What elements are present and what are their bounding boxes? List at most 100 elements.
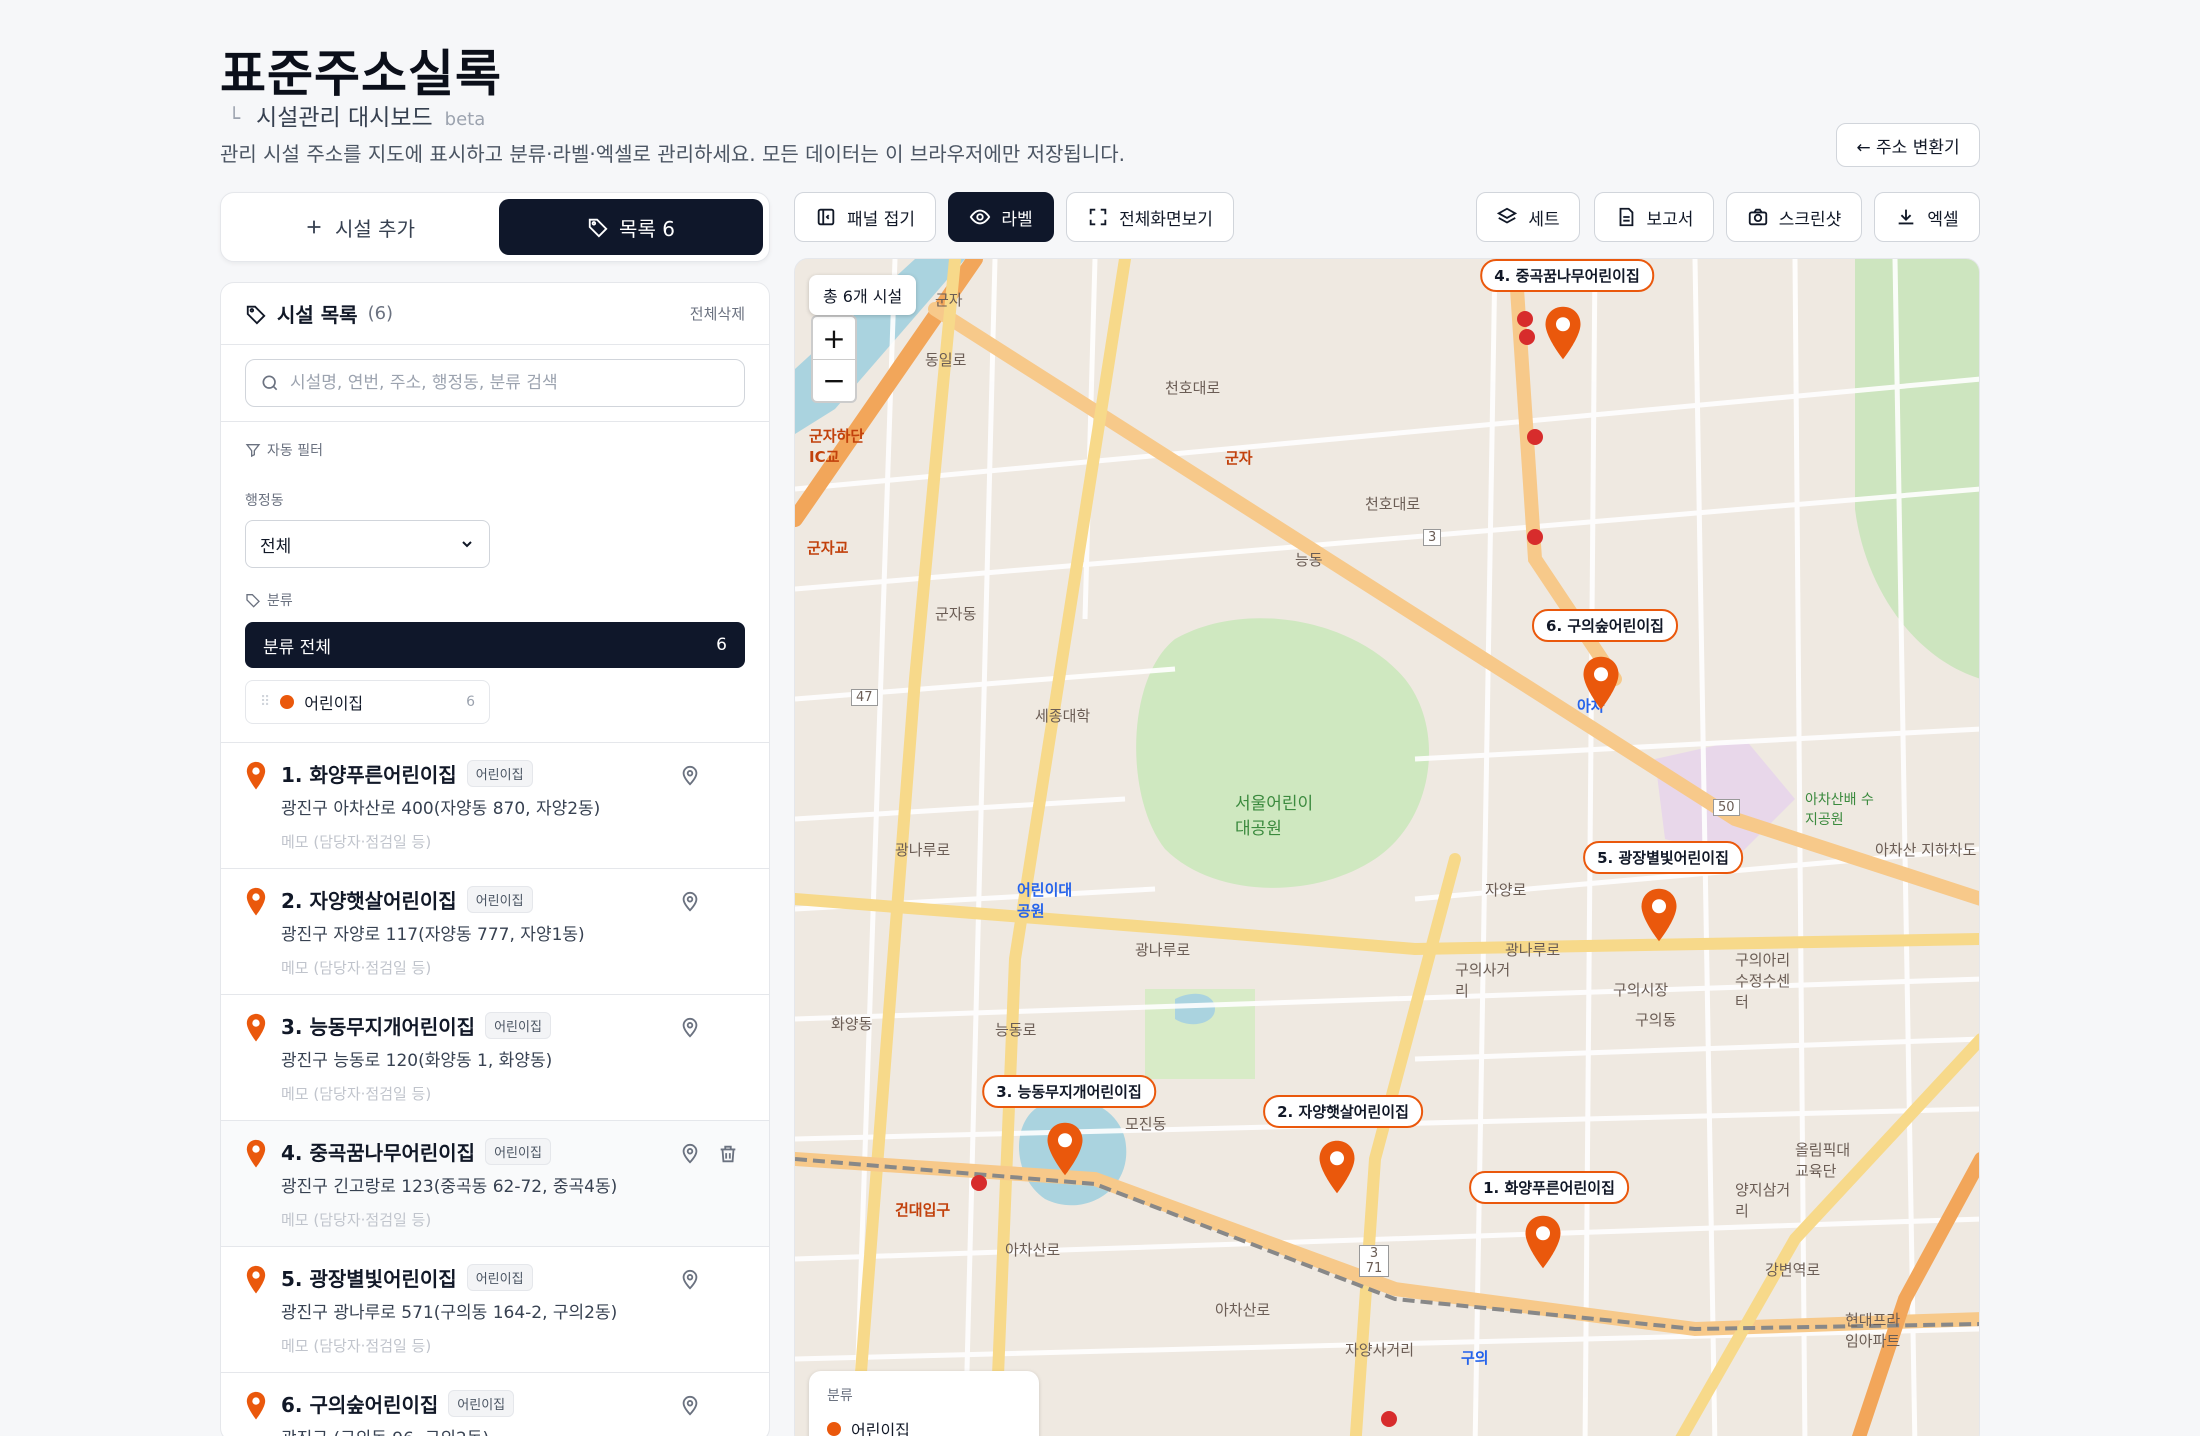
- list-item[interactable]: 1. 화양푸른어린이집 어린이집 광진구 아차산로 400(자양동 870, 자양2…: [221, 743, 769, 869]
- drag-handle-icon[interactable]: ⠿: [260, 694, 270, 710]
- memo-field[interactable]: 메모 (담당자·점검일 등): [281, 957, 745, 978]
- brand-logo: 표준주소실록: [220, 44, 502, 103]
- trash-icon[interactable]: [717, 1143, 739, 1165]
- map-pin-icon: [245, 1139, 267, 1169]
- zoom-in-button[interactable]: +: [813, 317, 855, 359]
- category-chip[interactable]: ⠿ 어린이집 6: [245, 680, 490, 724]
- map-place-label: 서울어린이대공원: [1235, 794, 1314, 839]
- map-marker-pin-icon[interactable]: [1522, 1214, 1564, 1272]
- page-description: 관리 시설 주소를 지도에 표시하고 분류·라벨·엑셀로 관리하세요. 모든 데…: [220, 142, 1125, 166]
- facility-name: 1. 화양푸른어린이집: [281, 763, 457, 787]
- label-toggle-button[interactable]: 라벨: [948, 192, 1054, 242]
- locate-icon[interactable]: [679, 1395, 701, 1417]
- map-view[interactable]: 총 6개 시설 + − 군자 군자 군자동 군자하단 IC교 군자교 능동 서울…: [794, 258, 1980, 1436]
- list-item[interactable]: 2. 자양햇살어린이집 어린이집 광진구 자양로 117(자양동 777, 자양1동…: [221, 869, 769, 995]
- map-marker-pin-icon[interactable]: [1542, 305, 1584, 363]
- excel-button[interactable]: 엑셀: [1874, 192, 1980, 242]
- map-place-label: 구의동: [1635, 1011, 1677, 1029]
- auto-filter-heading: 자동 필터: [245, 440, 745, 460]
- facility-total-chip: 총 6개 시설: [809, 275, 917, 315]
- map-marker-pin-icon[interactable]: [1580, 655, 1622, 713]
- screenshot-button[interactable]: 스크린샷: [1726, 192, 1862, 242]
- collapse-panel-label: 패널 접기: [847, 209, 915, 230]
- map-pin-icon: [245, 887, 267, 917]
- map-place-label: 광나루로: [1135, 941, 1191, 959]
- dong-select[interactable]: 전체: [245, 520, 490, 568]
- marker-label[interactable]: 6. 구의숲어린이집: [1532, 609, 1678, 642]
- memo-field[interactable]: 메모 (담당자·점검일 등): [281, 1083, 745, 1104]
- map-legend: 분류 어린이집: [809, 1371, 1039, 1436]
- marker-label[interactable]: 1. 화양푸른어린이집: [1469, 1171, 1629, 1204]
- screenshot-label: 스크린샷: [1778, 209, 1842, 230]
- dong-select-value: 전체: [260, 536, 292, 557]
- dong-label: 행정동: [245, 493, 284, 509]
- tag-icon: [246, 305, 266, 324]
- category-heading: 분류: [245, 590, 745, 610]
- map-marker-pin-icon[interactable]: [1316, 1139, 1358, 1197]
- legend-color-dot: [827, 1422, 841, 1436]
- memo-field[interactable]: 메모 (담당자·점검일 등): [281, 1209, 745, 1230]
- map-place-label: 건대입구: [895, 1201, 951, 1219]
- tab-add-label: 시설 추가: [335, 216, 415, 241]
- map-pin-icon: [245, 761, 267, 791]
- category-all-button[interactable]: 분류 전체 6: [245, 622, 745, 668]
- locate-icon[interactable]: [679, 1269, 701, 1291]
- memo-field[interactable]: 메모 (담당자·점검일 등): [281, 831, 745, 852]
- list-item[interactable]: 5. 광장별빛어린이집 어린이집광진구 광나루로 571(구의동 164-2, 구…: [221, 1247, 769, 1373]
- list-item[interactable]: 6. 구의숲어린이집어린이집광진구 (구의동 96, 구의2동)메모 (담당자·…: [221, 1373, 769, 1436]
- set-button[interactable]: 세트: [1476, 192, 1580, 242]
- map-place-label: 구의: [1461, 1349, 1489, 1367]
- marker-label[interactable]: 4. 중곡꿈나무어린이집: [1480, 259, 1654, 292]
- fullscreen-label: 전체화면보기: [1119, 209, 1213, 230]
- category-all-label: 분류 전체: [263, 637, 331, 658]
- collapse-panel-button[interactable]: 패널 접기: [794, 192, 936, 242]
- fullscreen-button[interactable]: 전체화면보기: [1066, 192, 1234, 242]
- item-name-row: 1. 화양푸른어린이집 어린이집: [281, 759, 745, 788]
- panel-header: 시설 목록 (6) 전체삭제: [221, 283, 769, 345]
- category-chip-count: 6: [466, 694, 475, 710]
- fullscreen-icon: [1089, 208, 1107, 226]
- category-color-dot: [280, 695, 295, 709]
- map-place-label: 동일로: [925, 351, 967, 369]
- item-name-row: 5. 광장별빛어린이집 어린이집: [281, 1263, 745, 1292]
- tab-add-facility[interactable]: 시설 추가: [227, 199, 491, 255]
- map-pin-icon: [245, 1013, 267, 1043]
- map-place-label: 광나루로: [1505, 941, 1561, 959]
- marker-label[interactable]: 2. 자양햇살어린이집: [1263, 1095, 1423, 1128]
- tab-list[interactable]: 목록 6: [499, 199, 763, 255]
- map-marker-pin-icon[interactable]: [1638, 887, 1680, 945]
- map-place-label: 능동: [1295, 551, 1323, 569]
- facility-address: 광진구 광나루로 571(구의동 164-2, 구의2동): [281, 1303, 618, 1323]
- route-shield: 50: [1713, 799, 1740, 816]
- plus-icon: [307, 220, 321, 234]
- set-label: 세트: [1528, 209, 1560, 230]
- locate-icon[interactable]: [679, 1017, 701, 1039]
- category-badge: 어린이집: [485, 1138, 551, 1165]
- address-converter-button[interactable]: ← 주소 변환기: [1836, 123, 1980, 167]
- map-place-label: 구의사거 리: [1455, 961, 1511, 1000]
- locate-icon[interactable]: [679, 1143, 701, 1165]
- zoom-out-button[interactable]: −: [813, 359, 855, 401]
- search-input[interactable]: [290, 373, 730, 393]
- map-place-label: 어린이대 공원: [1017, 881, 1073, 920]
- tag-icon: [588, 218, 608, 238]
- report-button[interactable]: 보고서: [1594, 192, 1714, 242]
- marker-label[interactable]: 5. 광장별빛어린이집: [1583, 841, 1743, 874]
- list-item[interactable]: 3. 능동무지개어린이집 어린이집 광진구 능동로 120(화양동 1, 화양동) 메…: [221, 995, 769, 1121]
- map-marker-pin-icon[interactable]: [1044, 1121, 1086, 1179]
- map-place-label: 세종대학: [1035, 707, 1091, 725]
- download-icon: [1899, 209, 1914, 225]
- map-place-label: 능동로: [995, 1021, 1037, 1039]
- category-chip-label: 어린이집: [304, 694, 364, 713]
- zoom-control: + −: [811, 315, 857, 403]
- clear-all-button[interactable]: 전체삭제: [690, 303, 745, 324]
- list-item[interactable]: 4. 중곡꿈나무어린이집 어린이집 광진구 긴고랑로 123(중곡동 62-72, …: [221, 1121, 769, 1247]
- map-place-label: 강변역로: [1765, 1261, 1821, 1279]
- locate-icon[interactable]: [679, 891, 701, 913]
- map-place-label: 현대프라 임아파트: [1845, 1311, 1901, 1350]
- locate-icon[interactable]: [679, 765, 701, 787]
- memo-field[interactable]: 메모 (담당자·점검일 등): [281, 1335, 745, 1356]
- category-badge: 어린이집: [466, 886, 533, 913]
- marker-label[interactable]: 3. 능동무지개어린이집: [982, 1075, 1156, 1108]
- map-place-label: 구의시장: [1613, 981, 1669, 999]
